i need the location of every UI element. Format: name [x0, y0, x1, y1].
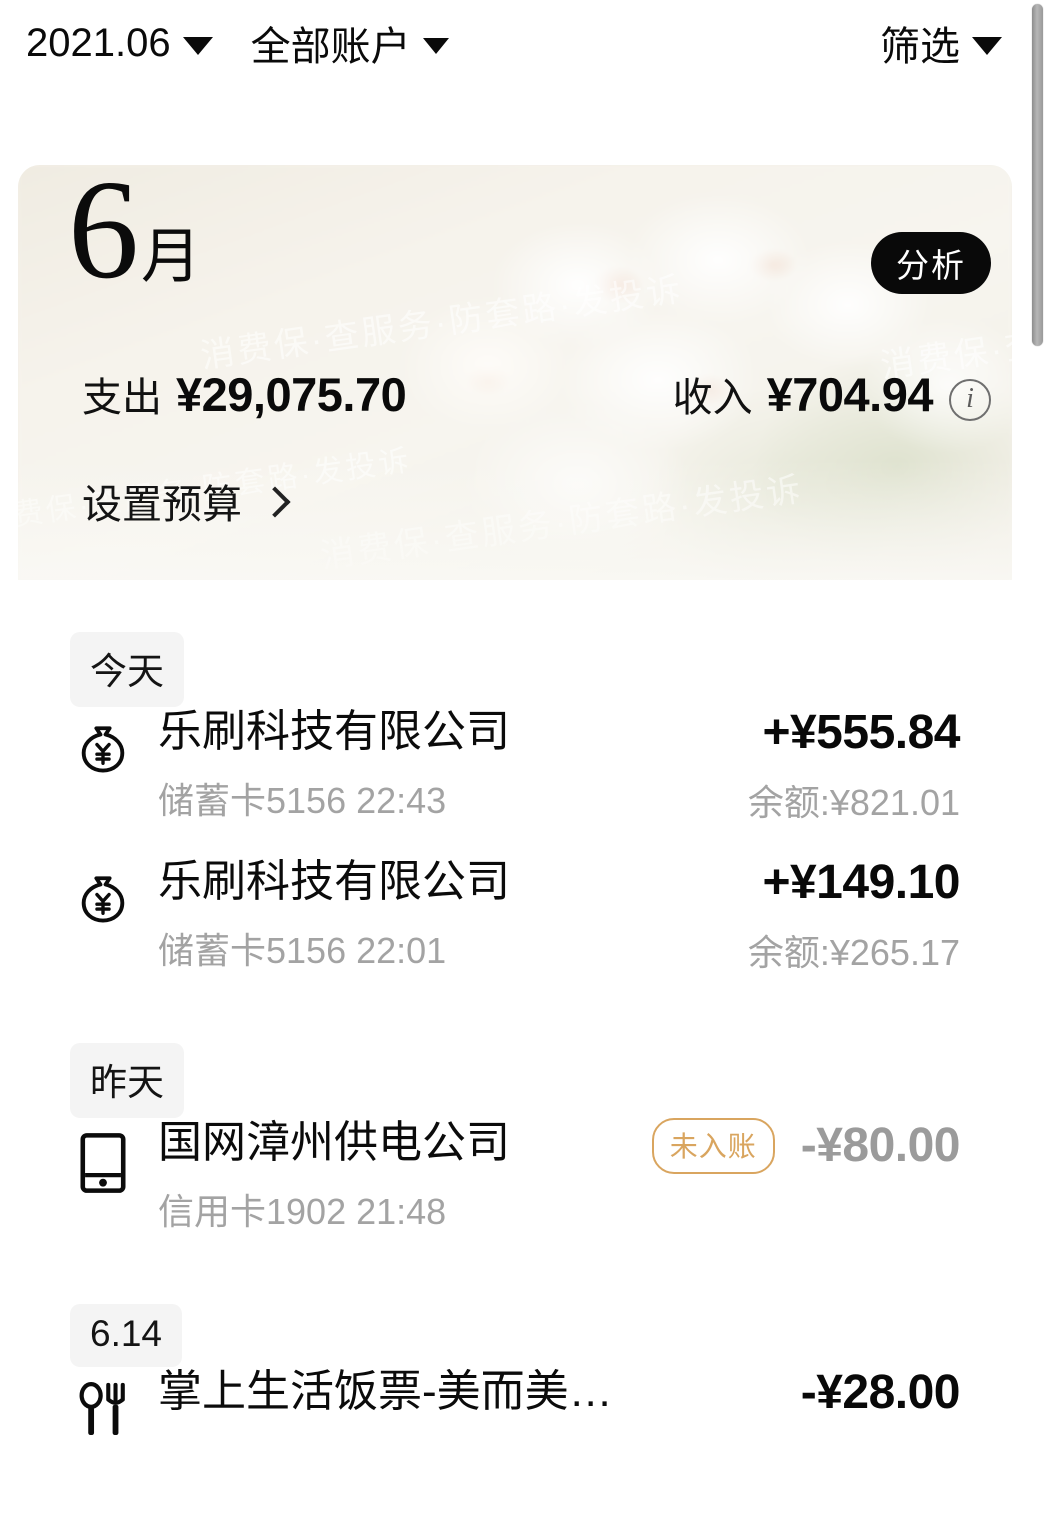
- amount-row: 未入账 -¥80.00: [651, 1118, 961, 1174]
- transaction-details: 乐刷科技有限公司 储蓄卡5156 22:43: [136, 707, 748, 824]
- transaction-details: 掌上生活饭票-美而美…: [136, 1367, 801, 1418]
- month-unit-label: 月: [141, 224, 201, 290]
- transaction-title: 国网漳州供电公司: [158, 1118, 510, 1167]
- transaction-balance: 余额:¥265.17: [747, 931, 960, 973]
- analyze-button[interactable]: 分析: [871, 232, 991, 294]
- set-budget-link[interactable]: 设置预算: [82, 472, 291, 530]
- transaction-amount: +¥149.10: [762, 856, 960, 909]
- account-filter-button[interactable]: 全部账户: [251, 14, 449, 72]
- transaction-subtitle: 储蓄卡5156 22:01: [158, 929, 447, 971]
- amount-row: +¥555.84: [762, 706, 960, 760]
- scrollbar-track[interactable]: [1032, 0, 1048, 1514]
- scrollbar-thumb[interactable]: [1032, 4, 1043, 346]
- transaction-title: 乐刷科技有限公司: [158, 707, 510, 756]
- money-bag-icon: [81, 876, 125, 923]
- sort-filter-button[interactable]: 筛选: [880, 14, 1002, 72]
- info-icon[interactable]: i: [949, 379, 991, 421]
- transaction-title: 乐刷科技有限公司: [158, 857, 510, 906]
- income-value: ¥704.94: [766, 368, 934, 421]
- transaction-amount: +¥555.84: [762, 706, 960, 759]
- set-budget-label: 设置预算: [82, 483, 242, 527]
- transaction-row[interactable]: 国网漳州供电公司 信用卡1902 21:48 未入账 -¥80.00: [18, 1118, 1012, 1268]
- month-filter-label: 2021.06: [26, 20, 171, 65]
- summary-stats-row: 支出 ¥29,075.70 收入 ¥704.94 i: [82, 365, 991, 425]
- status-badge: 未入账: [651, 1118, 775, 1174]
- transaction-row[interactable]: 乐刷科技有限公司 储蓄卡5156 22:43 +¥555.84 余额:¥821.…: [18, 706, 1012, 857]
- page-title: 6月: [68, 158, 201, 300]
- transaction-row[interactable]: 掌上生活饭票-美而美… -¥28.00: [18, 1366, 1012, 1514]
- transaction-amount-block: 未入账 -¥80.00: [651, 1118, 961, 1174]
- money-bag-icon: [81, 726, 125, 773]
- transaction-title: 掌上生活饭票-美而美…: [158, 1367, 613, 1416]
- account-filter-label: 全部账户: [250, 25, 411, 69]
- transaction-amount-block: +¥149.10 余额:¥265.17: [747, 856, 961, 976]
- chevron-down-icon: [422, 38, 449, 54]
- money-bag-icon: [70, 857, 136, 929]
- day-group-header: 今天: [18, 580, 1012, 707]
- analyze-button-label: 分析: [896, 247, 966, 284]
- mobile-phone-icon: [70, 1118, 136, 1194]
- chevron-right-icon: [259, 486, 291, 518]
- transaction-amount-block: +¥555.84 余额:¥821.01: [747, 706, 961, 826]
- transaction-amount: -¥28.00: [800, 1366, 961, 1419]
- money-bag-icon: [70, 707, 136, 779]
- transaction-subtitle: 信用卡1902 21:48: [158, 1190, 447, 1232]
- transaction-subtitle: 储蓄卡5156 22:43: [158, 779, 447, 821]
- expense-value: ¥29,075.70: [176, 368, 407, 421]
- cutlery-icon: [70, 1367, 136, 1439]
- day-label-chip: 6.14: [70, 1304, 183, 1367]
- day-group-header: 6.14: [18, 1268, 1012, 1367]
- chevron-down-icon: [182, 37, 213, 55]
- expense-label: 支出: [82, 376, 162, 420]
- amount-row: -¥28.00: [800, 1366, 961, 1420]
- transaction-amount: -¥80.00: [800, 1118, 961, 1172]
- top-filter-bar: 2021.06 全部账户 筛选: [0, 0, 1030, 86]
- transaction-amount-block: -¥28.00: [800, 1366, 961, 1420]
- mobile-phone-icon: [80, 1133, 126, 1193]
- month-filter-button[interactable]: 2021.06: [26, 21, 213, 66]
- sort-filter-label: 筛选: [880, 25, 960, 69]
- transaction-details: 国网漳州供电公司 信用卡1902 21:48: [136, 1118, 652, 1235]
- amount-row: +¥149.10: [762, 856, 960, 910]
- transaction-list[interactable]: 今天 乐刷科技有限公司 储蓄卡5156 22:43 +¥555.84 余额:¥8…: [18, 580, 1012, 1514]
- day-group-header: 昨天: [18, 1007, 1012, 1118]
- day-label-chip: 昨天: [70, 1043, 184, 1118]
- month-number: 6: [68, 150, 139, 308]
- transaction-balance: 余额:¥821.01: [747, 781, 960, 823]
- income-label: 收入: [672, 376, 753, 420]
- chevron-down-icon: [972, 37, 1002, 55]
- day-label-chip: 今天: [70, 632, 184, 707]
- cutlery-icon: [79, 1382, 125, 1436]
- transaction-row[interactable]: 乐刷科技有限公司 储蓄卡5156 22:01 +¥149.10 余额:¥265.…: [18, 856, 1012, 1007]
- transaction-details: 乐刷科技有限公司 储蓄卡5156 22:01: [136, 857, 748, 974]
